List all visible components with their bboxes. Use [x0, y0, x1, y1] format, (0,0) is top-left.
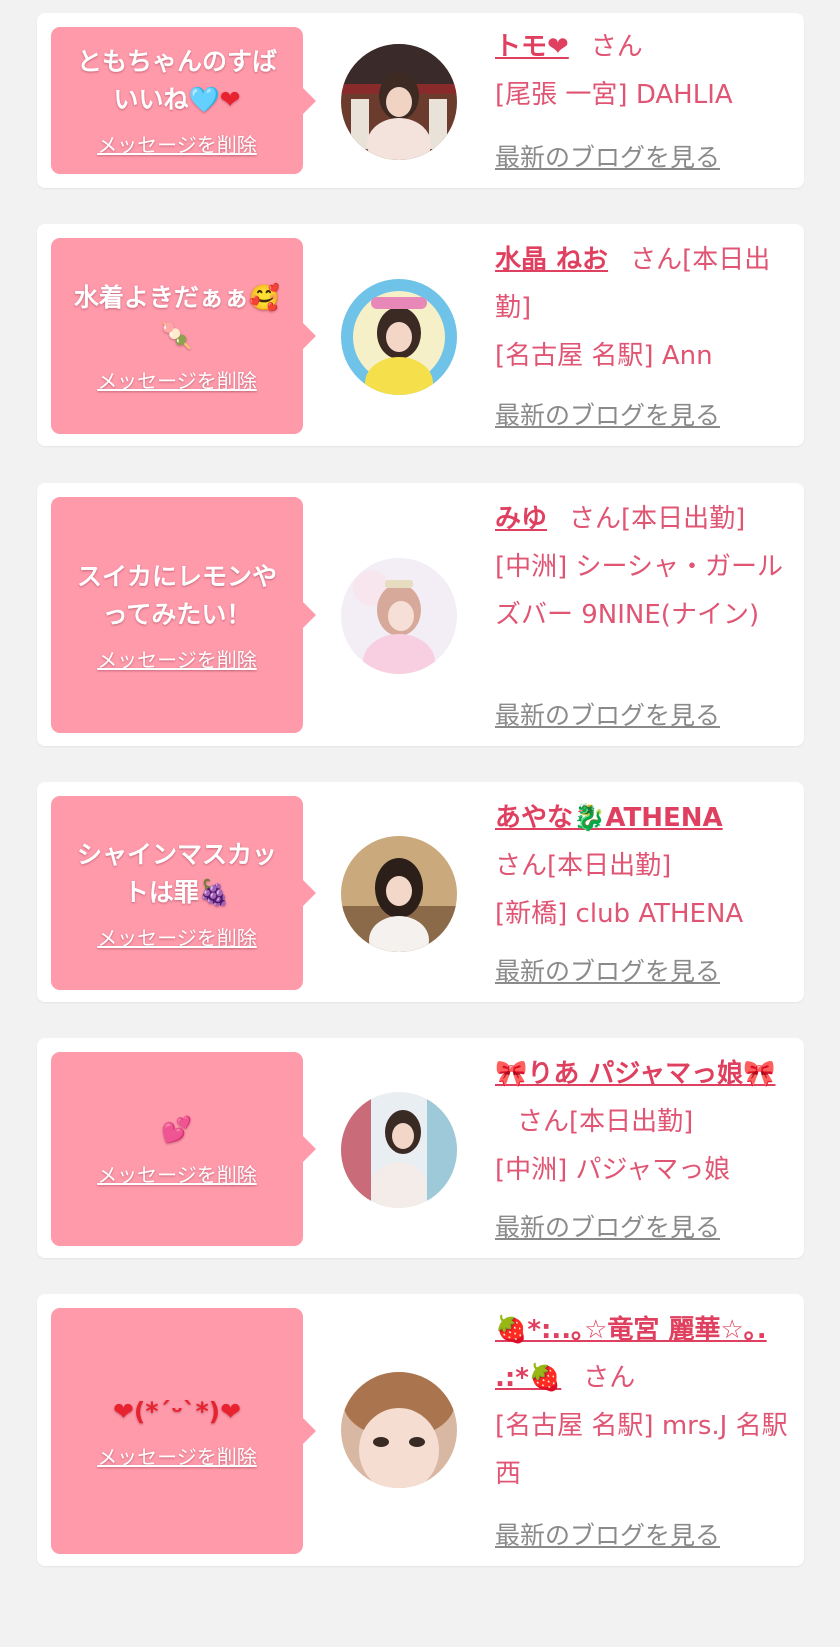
delete-message-link[interactable]: メッセージを削除 [97, 644, 257, 673]
shop-name: [名古屋 名駅] mrs.J 名駅西 [495, 1411, 788, 1489]
avatar[interactable] [341, 1372, 457, 1488]
honorific: さん [495, 851, 548, 881]
message-bubble: 💕 メッセージを削除 [51, 1052, 316, 1246]
delete-message-link[interactable]: メッセージを削除 [97, 1159, 257, 1188]
sender-name-link[interactable]: 水晶 ねお [495, 245, 608, 275]
delete-message-link[interactable]: メッセージを削除 [97, 365, 257, 394]
honorific: さん [590, 32, 643, 62]
latest-blog-link[interactable]: 最新のブログを見る [495, 952, 720, 988]
avatar[interactable] [341, 44, 457, 160]
latest-blog-link[interactable]: 最新のブログを見る [495, 396, 720, 432]
sender-name-link[interactable]: みゆ [495, 504, 547, 534]
latest-blog-link[interactable]: 最新のブログを見る [495, 138, 720, 174]
latest-blog-link[interactable]: 最新のブログを見る [495, 696, 720, 732]
honorific: さん [630, 245, 683, 275]
sender-info: 🎀りあ パジャマっ娘🎀 さん[本日出勤] [中洲] パジャマっ娘 [495, 1050, 795, 1194]
sender-name-link[interactable]: あやな🐉ATHENA [495, 803, 723, 833]
delete-message-link[interactable]: メッセージを削除 [97, 1441, 257, 1470]
honorific: さん [583, 1363, 636, 1393]
honorific: さん [569, 504, 622, 534]
sender-info: 水晶 ねお さん[本日出勤] [名古屋 名駅] Ann [495, 236, 795, 380]
latest-blog-link[interactable]: 最新のブログを見る [495, 1208, 720, 1244]
work-status: [本日出勤] [621, 504, 746, 534]
shop-name: [尾張 一宮] DAHLIA [495, 80, 733, 110]
message-card: ともちゃんのすば いいね🩵❤ メッセージを削除 トモ❤ さん [尾張 一宮] DA… [37, 13, 804, 188]
message-card: ❤(*´ᵕ`*)❤ メッセージを削除 🍓*:..｡☆竜宮 麗華☆｡. .:*🍓 さ… [37, 1294, 804, 1566]
message-bubble: シャインマスカッ トは罪🍇 メッセージを削除 [51, 796, 316, 990]
shop-name: [中洲] シーシャ・ガールズバー 9NINE(ナイン) [495, 552, 784, 630]
avatar[interactable] [341, 558, 457, 674]
latest-blog-link[interactable]: 最新のブログを見る [495, 1516, 720, 1552]
sender-info: 🍓*:..｡☆竜宮 麗華☆｡. .:*🍓 さん [名古屋 名駅] mrs.J 名駅… [495, 1306, 795, 1498]
message-bubble: 水着よきだぁぁ🥰 🍡 メッセージを削除 [51, 238, 316, 434]
message-text: 💕 [161, 1114, 193, 1144]
shop-name: [中洲] パジャマっ娘 [495, 1155, 731, 1185]
avatar[interactable] [341, 279, 457, 395]
sender-info: みゆ さん[本日出勤] [中洲] シーシャ・ガールズバー 9NINE(ナイン) [495, 495, 795, 639]
sender-name-link[interactable]: トモ❤ [495, 32, 569, 62]
shop-name: [名古屋 名駅] Ann [495, 341, 713, 371]
message-card: 水着よきだぁぁ🥰 🍡 メッセージを削除 水晶 ねお さん[本日出勤] [名古屋 名… [37, 224, 804, 446]
message-card: シャインマスカッ トは罪🍇 メッセージを削除 あやな🐉ATHENA さん[本日出… [37, 782, 804, 1002]
message-card: スイカにレモンや ってみたい！ メッセージを削除 みゆ さん[本日出勤] [中洲]… [37, 483, 804, 746]
honorific: さん [517, 1107, 570, 1137]
delete-message-link[interactable]: メッセージを削除 [97, 922, 257, 951]
sender-name-link[interactable]: 🎀りあ パジャマっ娘🎀 [495, 1059, 776, 1089]
avatar[interactable] [341, 1092, 457, 1208]
message-list: ともちゃんのすば いいね🩵❤ メッセージを削除 トモ❤ さん [尾張 一宮] DA… [0, 0, 840, 1647]
work-status: [本日出勤] [547, 851, 672, 881]
sender-info: トモ❤ さん [尾張 一宮] DAHLIA [495, 23, 795, 119]
sender-info: あやな🐉ATHENA さん[本日出勤] [新橋] club ATHENA [495, 794, 795, 938]
work-status: [本日出勤] [569, 1107, 694, 1137]
message-text: スイカにレモンや ってみたい！ [76, 561, 277, 629]
avatar[interactable] [341, 836, 457, 952]
message-bubble: ともちゃんのすば いいね🩵❤ メッセージを削除 [51, 27, 316, 174]
message-text: シャインマスカッ トは罪🍇 [76, 839, 277, 907]
message-text: 水着よきだぁぁ🥰 🍡 [73, 282, 281, 350]
message-text: ❤(*´ᵕ`*)❤ [112, 1396, 242, 1426]
message-bubble: ❤(*´ᵕ`*)❤ メッセージを削除 [51, 1308, 316, 1554]
shop-name: [新橋] club ATHENA [495, 899, 744, 929]
message-text: ともちゃんのすば いいね🩵❤ [76, 47, 277, 114]
message-card: 💕 メッセージを削除 🎀りあ パジャマっ娘🎀 さん[本日出勤] [中洲] パジャマ… [37, 1038, 804, 1258]
delete-message-link[interactable]: メッセージを削除 [97, 129, 257, 158]
message-bubble: スイカにレモンや ってみたい！ メッセージを削除 [51, 497, 316, 733]
